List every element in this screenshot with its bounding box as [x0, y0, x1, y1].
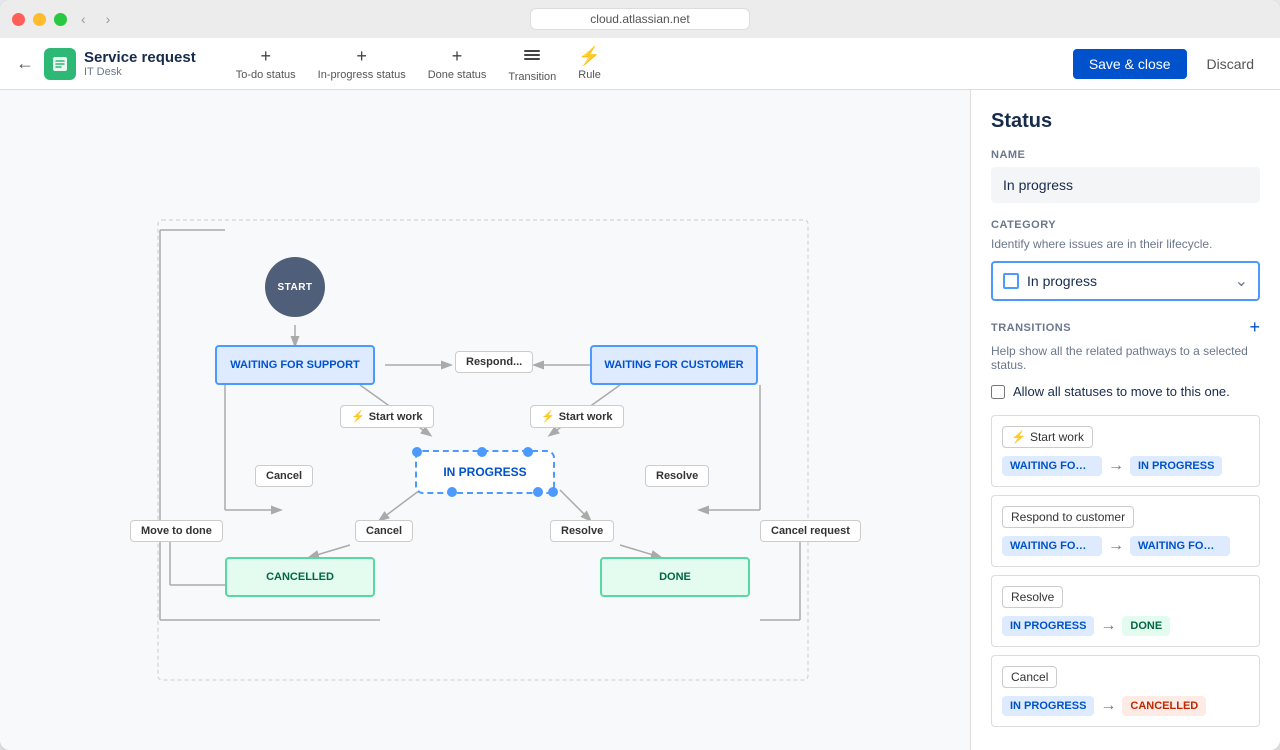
transition-flow-3: IN PROGRESS → DONE — [1002, 616, 1249, 636]
transition-card-respond[interactable]: Respond to customer WAITING FOR SUP... →… — [991, 495, 1260, 567]
name-label: NAME — [991, 149, 1260, 161]
todo-btn-label: To-do status — [236, 69, 296, 81]
start-work-2-transition[interactable]: ⚡ Start work — [530, 405, 624, 428]
cancel-request-transition[interactable]: Cancel request — [760, 520, 861, 542]
transition-to-3: DONE — [1122, 616, 1170, 636]
transition-name-badge-4: Cancel — [1002, 666, 1057, 688]
close-button[interactable] — [12, 13, 25, 26]
category-select[interactable]: In progress ⌄ — [991, 261, 1260, 301]
canvas-area[interactable]: START WAITING FOR SUPPORT WAITING FOR CU… — [0, 90, 970, 750]
transitions-desc: Help show all the related pathways to a … — [991, 344, 1260, 372]
transition-to-2: WAITING FOR CU... — [1130, 536, 1230, 556]
transition-name-row-1: ⚡ Start work — [1002, 426, 1249, 448]
done-status-button[interactable]: + Done status — [420, 42, 495, 85]
bolt-icon-t1: ⚡ — [1011, 430, 1026, 444]
in-progress-node[interactable]: IN PROGRESS — [415, 450, 555, 494]
rule-icon: ⚡ — [578, 46, 600, 67]
respond-transition[interactable]: Respond... — [455, 351, 533, 373]
plus-icon: + — [260, 46, 271, 67]
sidebar: Status NAME CATEGORY Identify where issu… — [970, 90, 1280, 750]
maximize-button[interactable] — [54, 13, 67, 26]
status-name-input[interactable] — [991, 167, 1260, 203]
transitions-header: TRANSITIONS + — [991, 317, 1260, 338]
main-content: START WAITING FOR SUPPORT WAITING FOR CU… — [0, 90, 1280, 750]
transition-btn-label: Transition — [508, 71, 556, 83]
transition-card-start-work[interactable]: ⚡ Start work WAITING FOR SUP... → IN PRO… — [991, 415, 1260, 487]
app-back-button[interactable]: ← — [16, 53, 34, 74]
transition-name-row-2: Respond to customer — [1002, 506, 1249, 528]
arrow-icon-4: → — [1100, 697, 1116, 715]
resolve-1-transition[interactable]: Resolve — [645, 465, 709, 487]
allow-all-label: Allow all statuses to move to this one. — [1013, 384, 1230, 399]
bolt-icon-2: ⚡ — [541, 410, 555, 423]
done-btn-label: Done status — [428, 69, 487, 81]
category-select-label: In progress — [1027, 273, 1235, 289]
toolbar-actions: + To-do status + In-progress status + Do… — [228, 40, 1073, 87]
transition-from-3: IN PROGRESS — [1002, 616, 1094, 636]
transitions-title: TRANSITIONS — [991, 322, 1071, 334]
rule-btn-label: Rule — [578, 69, 601, 81]
back-nav-button[interactable]: ‹ — [75, 9, 92, 29]
inprogress-btn-label: In-progress status — [318, 69, 406, 81]
category-label: CATEGORY — [991, 219, 1260, 231]
category-desc: Identify where issues are in their lifec… — [991, 237, 1260, 251]
allow-all-checkbox-row[interactable]: Allow all statuses to move to this one. — [991, 384, 1260, 399]
transition-name-badge-3: Resolve — [1002, 586, 1063, 608]
app-title: Service request — [84, 49, 196, 66]
discard-button[interactable]: Discard — [1197, 49, 1264, 79]
waiting-customer-node[interactable]: WAITING FOR CUSTOMER — [590, 345, 758, 385]
cancelled-node[interactable]: CANCELLED — [225, 557, 375, 597]
transition-to-4: CANCELLED — [1122, 696, 1206, 716]
url-bar[interactable]: cloud.atlassian.net — [530, 8, 750, 30]
cancel-1-transition[interactable]: Cancel — [255, 465, 313, 487]
transition-name-badge-1: ⚡ Start work — [1002, 426, 1093, 448]
start-work-1-transition[interactable]: ⚡ Start work — [340, 405, 434, 428]
title-bar: ‹ › cloud.atlassian.net — [0, 0, 1280, 38]
transition-flow-4: IN PROGRESS → CANCELLED — [1002, 696, 1249, 716]
arrow-icon-1: → — [1108, 457, 1124, 475]
resolve-2-transition[interactable]: Resolve — [550, 520, 614, 542]
arrow-icon-2: → — [1108, 537, 1124, 555]
move-to-done-transition[interactable]: Move to done — [130, 520, 223, 542]
allow-all-checkbox[interactable] — [991, 385, 1005, 399]
transition-flow-2: WAITING FOR SUP... → WAITING FOR CU... — [1002, 536, 1249, 556]
plus-icon-3: + — [452, 46, 463, 67]
todo-status-button[interactable]: + To-do status — [228, 42, 304, 85]
transition-name-badge-2: Respond to customer — [1002, 506, 1134, 528]
transition-card-resolve[interactable]: Resolve IN PROGRESS → DONE — [991, 575, 1260, 647]
save-close-button[interactable]: Save & close — [1073, 49, 1187, 79]
done-node[interactable]: DONE — [600, 557, 750, 597]
transition-card-cancel[interactable]: Cancel IN PROGRESS → CANCELLED — [991, 655, 1260, 727]
category-checkbox — [1003, 273, 1019, 289]
app-subtitle: IT Desk — [84, 66, 196, 78]
app-title-group: Service request IT Desk — [84, 49, 196, 78]
app-icon — [44, 48, 76, 80]
forward-nav-button[interactable]: › — [100, 9, 117, 29]
transition-to-1: IN PROGRESS — [1130, 456, 1222, 476]
workflow-svg — [0, 90, 970, 750]
waiting-support-node[interactable]: WAITING FOR SUPPORT — [215, 345, 375, 385]
add-transition-button[interactable]: + — [1249, 317, 1260, 338]
chevron-down-icon: ⌄ — [1235, 271, 1248, 291]
toolbar-right: Save & close Discard — [1073, 49, 1264, 79]
bolt-icon-1: ⚡ — [351, 410, 365, 423]
transition-from-4: IN PROGRESS — [1002, 696, 1094, 716]
start-node: START — [265, 257, 325, 317]
transition-button[interactable]: Transition — [500, 40, 564, 87]
inprogress-status-button[interactable]: + In-progress status — [310, 42, 414, 85]
plus-icon-2: + — [356, 46, 367, 67]
arrow-icon-3: → — [1100, 617, 1116, 635]
cancel-2-transition[interactable]: Cancel — [355, 520, 413, 542]
transition-flow-1: WAITING FOR SUP... → IN PROGRESS — [1002, 456, 1249, 476]
rule-button[interactable]: ⚡ Rule — [570, 42, 609, 85]
minimize-button[interactable] — [33, 13, 46, 26]
transition-name-row-3: Resolve — [1002, 586, 1249, 608]
app-toolbar: ← Service request IT Desk + To-do status… — [0, 38, 1280, 90]
sidebar-title: Status — [991, 110, 1260, 133]
app-window: ‹ › cloud.atlassian.net ← Service reques… — [0, 0, 1280, 750]
transition-name-row-4: Cancel — [1002, 666, 1249, 688]
transition-icon — [522, 44, 542, 69]
transition-from-2: WAITING FOR SUP... — [1002, 536, 1102, 556]
transition-from-1: WAITING FOR SUP... — [1002, 456, 1102, 476]
